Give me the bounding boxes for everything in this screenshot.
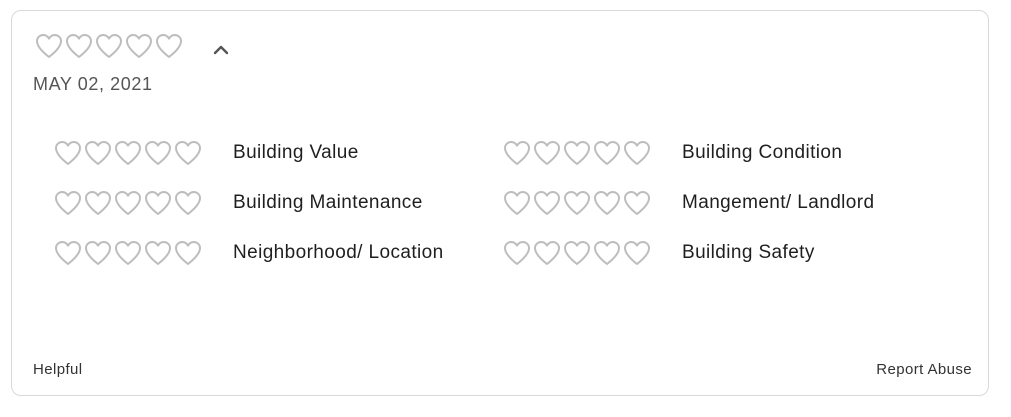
rating-hearts xyxy=(53,188,203,218)
overall-rating xyxy=(34,31,184,61)
heart-icon xyxy=(622,188,652,218)
heart-icon xyxy=(83,138,113,168)
collapse-chevron-icon[interactable] xyxy=(210,39,232,61)
heart-icon xyxy=(502,138,532,168)
heart-icon xyxy=(154,31,184,61)
heart-icon xyxy=(622,138,652,168)
heart-icon xyxy=(502,188,532,218)
heart-icon xyxy=(143,188,173,218)
rating-row-building-safety: Building Safety xyxy=(502,238,815,268)
heart-icon xyxy=(53,138,83,168)
rating-label: Neighborhood/ Location xyxy=(233,242,444,263)
heart-icon xyxy=(173,138,203,168)
report-abuse-link[interactable]: Report Abuse xyxy=(876,361,972,378)
rating-hearts xyxy=(502,238,652,268)
rating-row-building-condition: Building Condition xyxy=(502,138,842,168)
heart-icon xyxy=(94,31,124,61)
heart-icon xyxy=(113,188,143,218)
review-date: MAY 02, 2021 xyxy=(33,74,153,94)
heart-icon xyxy=(592,188,622,218)
heart-icon xyxy=(562,238,592,268)
rating-row-building-maintenance: Building Maintenance xyxy=(53,188,423,218)
heart-icon xyxy=(562,138,592,168)
heart-icon xyxy=(532,188,562,218)
rating-label: Building Safety xyxy=(682,242,815,263)
heart-icon xyxy=(64,31,94,61)
rating-label: Mangement/ Landlord xyxy=(682,192,875,213)
rating-label: Building Maintenance xyxy=(233,192,423,213)
heart-icon xyxy=(173,188,203,218)
rating-row-management-landlord: Mangement/ Landlord xyxy=(502,188,874,218)
heart-icon xyxy=(592,238,622,268)
heart-icon xyxy=(143,138,173,168)
rating-label: Building Condition xyxy=(682,142,843,163)
heart-icon xyxy=(53,238,83,268)
rating-row-neighborhood-location: Neighborhood/ Location xyxy=(53,238,444,268)
heart-icon xyxy=(83,188,113,218)
heart-icon xyxy=(124,31,154,61)
heart-icon xyxy=(34,31,64,61)
heart-icon xyxy=(143,238,173,268)
rating-label: Building Value xyxy=(233,142,359,163)
rating-hearts xyxy=(502,138,652,168)
heart-icon xyxy=(83,238,113,268)
heart-icon xyxy=(173,238,203,268)
helpful-button[interactable]: Helpful xyxy=(33,361,83,378)
rating-hearts xyxy=(53,138,203,168)
heart-icon xyxy=(622,238,652,268)
heart-icon xyxy=(113,138,143,168)
heart-icon xyxy=(113,238,143,268)
heart-icon xyxy=(532,238,562,268)
heart-icon xyxy=(562,188,592,218)
heart-icon xyxy=(592,138,622,168)
review-card: MAY 02, 2021 Building Value Building Con… xyxy=(11,10,989,396)
rating-row-building-value: Building Value xyxy=(53,138,359,168)
heart-icon xyxy=(502,238,532,268)
rating-hearts xyxy=(502,188,652,218)
heart-icon xyxy=(532,138,562,168)
rating-hearts xyxy=(53,238,203,268)
heart-icon xyxy=(53,188,83,218)
